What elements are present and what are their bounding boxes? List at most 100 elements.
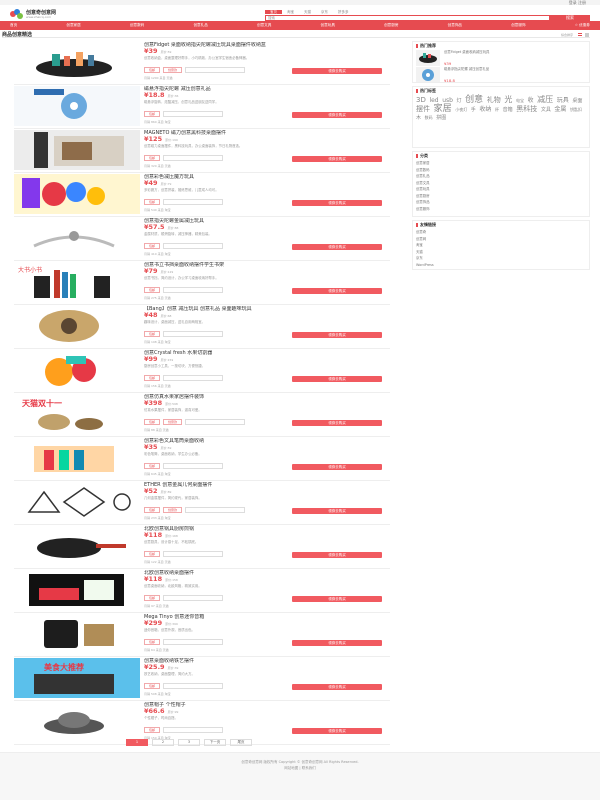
buy-button[interactable]: 领券去购买 xyxy=(292,464,382,470)
product-image[interactable] xyxy=(14,526,140,566)
buy-button[interactable]: 领券去购买 xyxy=(292,508,382,514)
buy-button[interactable]: 领券去购买 xyxy=(292,596,382,602)
nav-item[interactable]: 创意礼品 xyxy=(193,21,207,30)
product-image[interactable] xyxy=(14,130,140,170)
tag-link[interactable]: 文具 xyxy=(541,107,551,113)
tag-link[interactable]: 杯 xyxy=(495,107,499,112)
hot-item[interactable]: 磁悬浮指尖陀螺 减压创意礼品 ¥18.8 xyxy=(416,67,586,82)
nav-item[interactable]: 创意玩具 xyxy=(321,21,335,30)
tag-link[interactable]: 收 xyxy=(528,97,534,104)
tag-link[interactable]: 小夜灯 xyxy=(455,107,467,112)
product-item[interactable]: 创意Fidget 桌面收纳指尖陀螺减压玩具桌面摆件收纳盒 ¥39 原价:59 创意… xyxy=(14,41,390,85)
product-title[interactable]: 创意彩色文具笔筒桌面收纳 xyxy=(144,438,384,444)
product-image[interactable] xyxy=(14,174,140,214)
product-title[interactable]: 创意彩色减压魔方玩具 xyxy=(144,174,384,180)
product-title[interactable]: 创意Crystal fresh 水果切割器 xyxy=(144,350,384,356)
product-image[interactable] xyxy=(14,702,140,742)
page-button[interactable]: 下一页 xyxy=(204,739,226,746)
tag-link[interactable]: 灯 xyxy=(457,98,462,104)
tag-link[interactable]: 礼物 xyxy=(487,96,501,104)
tag-link[interactable]: usb xyxy=(442,97,453,104)
product-image[interactable] xyxy=(14,306,140,346)
product-image[interactable]: 美食大推荐 xyxy=(14,658,140,698)
page-button[interactable]: 3 xyxy=(178,739,200,746)
product-title[interactable]: Mega Tinyo 创意迷你音箱 xyxy=(144,614,384,620)
product-title[interactable]: 北欧创意收纳桌面摆件 xyxy=(144,570,384,576)
product-item[interactable]: 【Bang】创意 减压玩具 创意礼品 桌面趣味玩具 ¥48 原价:68 趣味设计，… xyxy=(14,305,390,349)
tag-link[interactable]: 拼图 xyxy=(436,115,446,121)
product-image[interactable] xyxy=(14,438,140,478)
buy-button[interactable]: 领券去购买 xyxy=(292,68,382,74)
nav-item[interactable]: 创意饰品 xyxy=(448,21,462,30)
product-image[interactable] xyxy=(14,482,140,522)
tag-link[interactable]: 玩具 xyxy=(557,97,569,104)
buy-button[interactable]: 领券去购买 xyxy=(292,376,382,382)
nav-item[interactable]: ☆ 优惠券 xyxy=(575,21,590,30)
tag-link[interactable]: 音箱 xyxy=(503,107,513,113)
buy-button[interactable]: 领券去购买 xyxy=(292,156,382,162)
buy-button[interactable]: 领券去购买 xyxy=(292,332,382,338)
buy-button[interactable]: 领券去购买 xyxy=(292,112,382,118)
page-button[interactable]: 尾页 xyxy=(230,739,252,746)
product-title[interactable]: 磁悬浮指尖陀螺 减压创意礼品 xyxy=(144,86,384,92)
tag-link[interactable]: led xyxy=(429,97,438,104)
tag-link[interactable]: 电宝 xyxy=(516,98,524,103)
product-image[interactable] xyxy=(14,614,140,654)
product-item[interactable]: 创意Crystal fresh 水果切割器 ¥99 原价:159 厨房创意小工具，… xyxy=(14,349,390,393)
product-title[interactable]: 北欧创意锅具厨房煎锅 xyxy=(144,526,384,532)
page-button[interactable]: 1 xyxy=(126,739,148,746)
hot-item[interactable]: 创意Fidget 桌面收纳减压玩具 ¥39 xyxy=(416,50,586,66)
product-item[interactable]: 创意指尖陀螺金属减压玩具 ¥57.5 原价:88 金属材质，顺滑旋转，减压神器，精… xyxy=(14,217,390,261)
buy-button[interactable]: 领券去购买 xyxy=(292,244,382,250)
buy-button[interactable]: 领券去购买 xyxy=(292,684,382,690)
product-title[interactable]: 创意书立书挡桌面收纳摆件学生书架 xyxy=(144,262,384,268)
product-title[interactable]: MAGNETO 磁力创意黑科技桌面摆件 xyxy=(144,130,384,136)
product-image[interactable] xyxy=(14,570,140,610)
search-tab[interactable]: 天猫 xyxy=(299,10,316,14)
product-title[interactable]: 创意仿真水果家居摆件装饰 xyxy=(144,394,384,400)
product-image[interactable]: 天猫双十一 xyxy=(14,394,140,434)
footer-links[interactable]: 网站地图 | 联系我们 xyxy=(0,766,600,771)
search-tab[interactable]: 宝贝 xyxy=(265,10,282,14)
tag-link[interactable]: 收纳 xyxy=(479,106,491,113)
buy-button[interactable]: 领券去购买 xyxy=(292,640,382,646)
friend-link[interactable]: WordPress xyxy=(416,262,586,269)
buy-button[interactable]: 领券去购买 xyxy=(292,728,382,734)
logo[interactable]: 创意奇创意网 www.zhaicq.com xyxy=(10,8,70,20)
tag-link[interactable]: 黑科技 xyxy=(516,105,537,113)
tag-link[interactable]: 光 xyxy=(504,95,512,104)
product-image[interactable] xyxy=(14,350,140,390)
category-link[interactable]: 创意服饰 xyxy=(416,206,586,213)
tag-link[interactable]: 家居 xyxy=(434,104,452,114)
product-title[interactable]: 创意指尖陀螺金属减压玩具 xyxy=(144,218,384,224)
search-tab[interactable]: 京东 xyxy=(316,10,333,14)
buy-button[interactable]: 领券去购买 xyxy=(292,420,382,426)
product-item[interactable]: Mega Tinyo 创意迷你音箱 ¥299 原价:399 迷你音箱，创意外观，音… xyxy=(14,613,390,657)
product-item[interactable]: 创意彩色文具笔筒桌面收纳 ¥35 原价:59 彩色笔筒，桌面收纳，学生办公必备。 … xyxy=(14,437,390,481)
nav-item[interactable]: 创意数码 xyxy=(130,21,144,30)
tag-link[interactable]: 桌面 xyxy=(572,98,582,104)
grid-view-icon[interactable] xyxy=(585,33,589,37)
product-image[interactable] xyxy=(14,86,140,126)
nav-item[interactable]: 创意文具 xyxy=(257,21,271,30)
product-title[interactable]: 创意帽子 个性帽子 xyxy=(144,702,384,708)
tag-link[interactable]: 钥匙扣 xyxy=(570,107,582,112)
tag-link[interactable]: 3D xyxy=(416,96,426,104)
product-item[interactable]: 北欧创意锅具厨房煎锅 ¥118 原价:168 创意厨具，设计感十足，不粘锅底。 包… xyxy=(14,525,390,569)
tag-link[interactable]: 减压 xyxy=(537,95,553,104)
tag-link[interactable]: 创意 xyxy=(465,95,483,105)
nav-item[interactable]: 首页 xyxy=(10,21,17,30)
product-title[interactable]: ETHER 创意金属几何桌面摆件 xyxy=(144,482,384,488)
search-tab[interactable]: 淘宝 xyxy=(282,10,299,14)
tag-link[interactable]: 金属 xyxy=(554,106,566,113)
product-item[interactable]: 大书小书 创意书立书挡桌面收纳摆件学生书架 ¥79 原价:129 创意书挡，简约设… xyxy=(14,261,390,305)
sort-label[interactable]: 综合排序 xyxy=(561,32,573,38)
product-image[interactable] xyxy=(14,218,140,258)
product-title[interactable]: 创意Fidget 桌面收纳指尖陀螺减压玩具桌面摆件收纳盒 xyxy=(144,42,384,48)
nav-item[interactable]: 创意家居 xyxy=(66,21,80,30)
product-item[interactable]: 天猫双十一 创意仿真水果家居摆件装饰 ¥398 原价:598 仿真水果摆件，家居装… xyxy=(14,393,390,437)
product-title[interactable]: 【Bang】创意 减压玩具 创意礼品 桌面趣味玩具 xyxy=(144,306,384,312)
tag-link[interactable]: 木 xyxy=(416,115,421,121)
product-image[interactable]: 大书小书 xyxy=(14,262,140,302)
tag-link[interactable]: 数码 xyxy=(425,115,433,120)
